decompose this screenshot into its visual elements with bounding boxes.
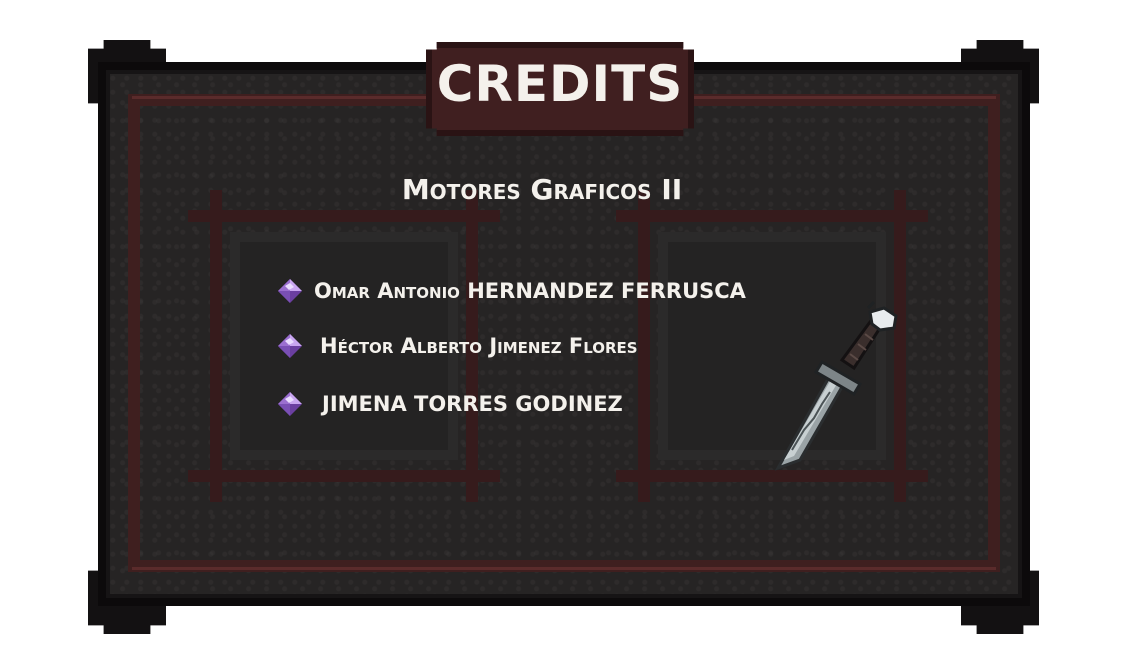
- panel-rail-left: [128, 94, 140, 572]
- sword-icon: [774, 300, 898, 471]
- credits-screen: CREDITS Motores Graficos II Omar Antonio…: [0, 0, 1148, 654]
- frame-bar: [616, 210, 928, 222]
- purple-gem-icon: [278, 334, 302, 358]
- panel-rail-right: [988, 94, 1000, 572]
- credit-name: JIMENA TORRES GODINEZ: [322, 392, 623, 416]
- purple-gem-icon: [278, 279, 302, 303]
- credit-entry: Omar Antonio HERNANDEZ FERRUSCA: [276, 274, 746, 308]
- course-subtitle: Motores Graficos II: [401, 173, 683, 206]
- panel-rail-bottom: [128, 560, 1000, 572]
- frame-bar: [638, 190, 650, 502]
- frame-bar: [210, 190, 222, 502]
- credit-name: Héctor Alberto Jimenez Flores: [320, 334, 638, 358]
- purple-gem-icon: [278, 392, 302, 416]
- frame-bar: [188, 470, 500, 482]
- frame-bar: [188, 210, 500, 222]
- credit-entry: JIMENA TORRES GODINEZ: [276, 387, 623, 421]
- credit-name: Omar Antonio HERNANDEZ FERRUSCA: [314, 279, 746, 303]
- credit-entry: Héctor Alberto Jimenez Flores: [276, 329, 638, 363]
- page-title: CREDITS: [436, 55, 684, 113]
- panel-rail-highlight-bottom: [132, 567, 996, 570]
